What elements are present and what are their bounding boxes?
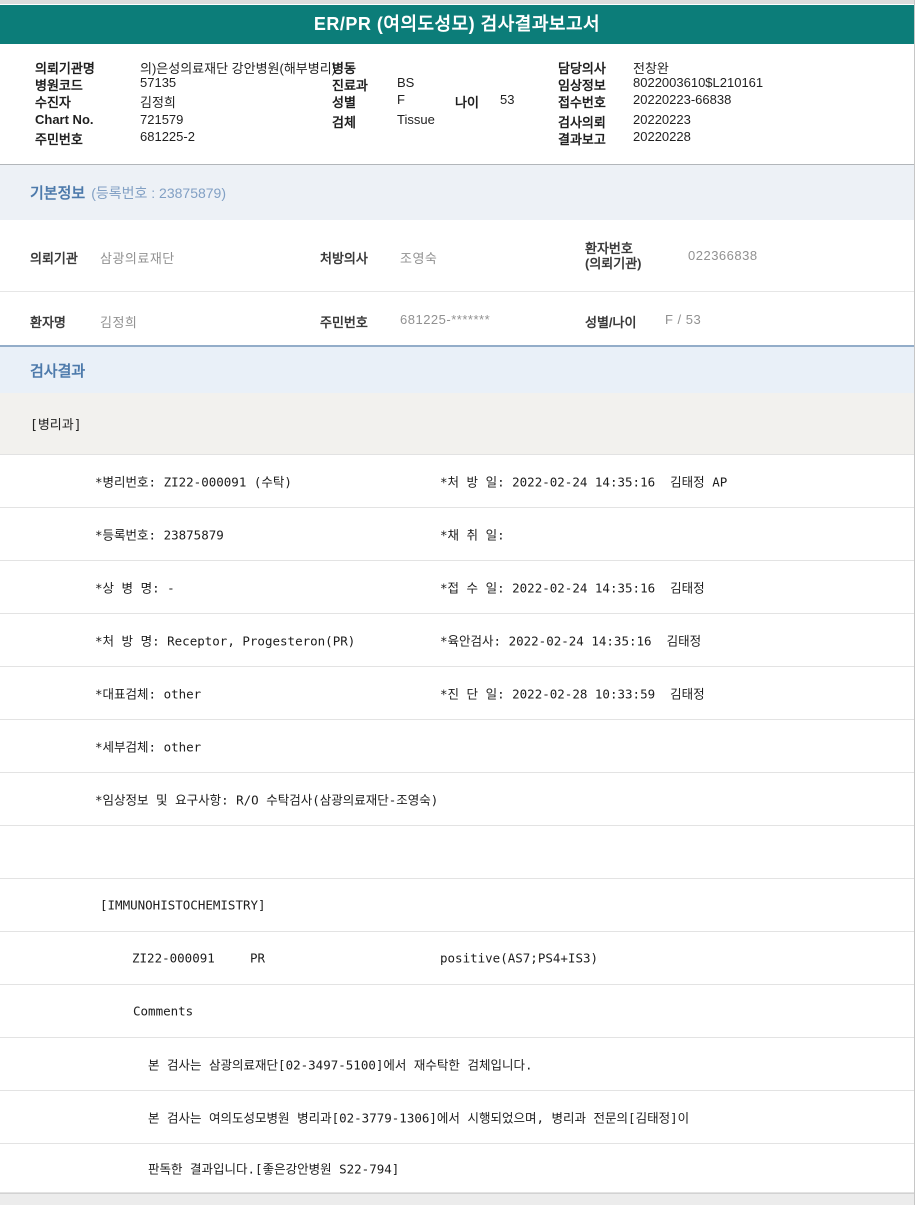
- comment-row-2: 본 검사는 여의도성모병원 병리과[02-3779-1306]에서 시행되었으며…: [0, 1091, 914, 1144]
- label-age: 나이: [455, 95, 479, 110]
- detail-specimen: *세부검체: other: [95, 739, 202, 755]
- value-age: 53: [500, 92, 515, 107]
- top-strip: [0, 0, 914, 4]
- value-sex-age: F / 53: [665, 312, 702, 327]
- comment-line-2: 본 검사는 여의도성모병원 병리과[02-3779-1306]에서 시행되었으며…: [148, 1110, 690, 1126]
- value-request-org: 삼광의료재단: [100, 251, 175, 266]
- representative-specimen: *대표검체: other: [95, 686, 202, 702]
- field-row-registration-no: *등록번호: 23875879 *채 취 일:: [0, 508, 914, 561]
- label-patient-no-line2: (의뢰기관): [585, 256, 642, 271]
- basic-info-row-1: 의뢰기관 삼광의료재단 처방의사 조영숙 환자번호 (의뢰기관) 0223668…: [0, 220, 914, 292]
- basic-info-title: 기본정보: [30, 185, 86, 202]
- ihc-marker: PR: [250, 950, 266, 966]
- ihc-result-value: positive(AS7;PS4+IS3): [440, 950, 599, 966]
- report-title: ER/PR (여의도성모) 검사결과보고서: [313, 14, 601, 34]
- basic-info-registration-no: (등록번호 : 23875879): [91, 184, 227, 201]
- basic-info-section-header: 기본정보 (등록번호 : 23875879): [0, 164, 914, 220]
- value-department: BS: [397, 75, 415, 90]
- label-prescribing-doctor: 처방의사: [320, 251, 368, 266]
- label-patient-name: 환자명: [30, 315, 66, 330]
- field-row-empty: [0, 826, 914, 879]
- header-info: 의뢰기관명 의)은성의료재단 강안병원(해부병리) 병원코드 57135 수진자…: [0, 44, 914, 164]
- results-title: 검사결과: [30, 362, 86, 380]
- registration-no: *등록번호: 23875879: [95, 527, 224, 543]
- label-receipt-no: 접수번호: [558, 95, 606, 110]
- pathology-dept-row: [병리과]: [0, 393, 914, 455]
- field-row-prescription-name: *처 방 명: Receptor, Progesteron(PR) *육안검사:…: [0, 614, 914, 667]
- comment-row-3: 판독한 결과입니다.[좋은강안병원 S22-794]: [0, 1144, 914, 1193]
- value-patient-name: 김정희: [100, 315, 138, 330]
- disease-name: *상 병 명: -: [95, 580, 175, 596]
- comment-line-3: 판독한 결과입니다.[좋은강안병원 S22-794]: [148, 1161, 400, 1177]
- value-result-report-date: 20220228: [633, 129, 691, 144]
- results-section-header: 검사결과: [0, 345, 914, 393]
- ihc-header: [IMMUNOHISTOCHEMISTRY]: [100, 897, 266, 913]
- collection-date: *채 취 일:: [440, 527, 505, 543]
- ihc-header-row: [IMMUNOHISTOCHEMISTRY]: [0, 879, 914, 932]
- ihc-specimen-no: ZI22-000091: [132, 950, 215, 966]
- pathology-no: *병리번호: ZI22-000091 (수탁): [95, 474, 292, 490]
- comments-label: Comments: [133, 1003, 194, 1019]
- value-resident-no-masked: 681225-*******: [400, 312, 491, 327]
- value-chart-no: 721579: [140, 112, 184, 127]
- value-patient-no: 022366838: [688, 248, 758, 263]
- value-resident-no: 681225-2: [140, 129, 195, 144]
- diagnosis-date: *진 단 일: 2022-02-28 10:33:59 김태정: [440, 686, 705, 702]
- prescription-date: *처 방 일: 2022-02-24 14:35:16 김태정 AP: [440, 474, 728, 490]
- prescription-name: *처 방 명: Receptor, Progesteron(PR): [95, 633, 356, 649]
- gross-exam-date: *육안검사: 2022-02-24 14:35:16 김태정: [440, 633, 702, 649]
- comments-header-row: Comments: [0, 985, 914, 1038]
- label-resident-no: 주민번호: [35, 132, 83, 147]
- label-sex: 성별: [332, 95, 356, 110]
- label-sex-age: 성별/나이: [585, 315, 637, 330]
- ihc-result-row: ZI22-000091 PR positive(AS7;PS4+IS3): [0, 932, 914, 985]
- label-patient-no-line1: 환자번호: [585, 241, 633, 256]
- value-specimen: Tissue: [397, 112, 435, 127]
- label-request-org: 의뢰기관: [30, 251, 78, 266]
- label-chart-no: Chart No.: [35, 112, 94, 127]
- field-row-detail-specimen: *세부검체: other: [0, 720, 914, 773]
- field-row-pathology-no: *병리번호: ZI22-000091 (수탁) *처 방 일: 2022-02-…: [0, 455, 914, 508]
- comment-line-1: 본 검사는 삼광의료재단[02-3497-5100]에서 재수탁한 검체입니다.: [148, 1057, 533, 1073]
- pathology-dept-label: [병리과]: [30, 418, 82, 433]
- value-receipt-no: 20220223-66838: [633, 92, 732, 107]
- label-specimen: 검체: [332, 115, 356, 130]
- field-row-clinical-info-request: *임상정보 및 요구사항: R/O 수탁검사(삼광의료재단-조영숙): [0, 773, 914, 826]
- value-sex: F: [397, 92, 405, 107]
- report-title-bar: ER/PR (여의도성모) 검사결과보고서: [0, 5, 914, 44]
- basic-info-row-2: 환자명 김정희 주민번호 681225-******* 성별/나이 F / 53: [0, 292, 914, 345]
- clinical-info-request: *임상정보 및 요구사항: R/O 수탁검사(삼광의료재단-조영숙): [95, 792, 439, 808]
- report-page: ER/PR (여의도성모) 검사결과보고서 의뢰기관명 의)은성의료재단 강안병…: [0, 0, 915, 1205]
- receipt-date: *접 수 일: 2022-02-24 14:35:16 김태정: [440, 580, 705, 596]
- value-prescribing-doctor: 조영숙: [400, 251, 438, 266]
- label-result-report-date: 결과보고: [558, 132, 606, 147]
- label-resident-no-masked: 주민번호: [320, 315, 368, 330]
- label-examinee: 수진자: [35, 95, 71, 110]
- value-test-request-date: 20220223: [633, 112, 691, 127]
- value-examinee: 김정희: [140, 95, 176, 110]
- value-clinical-info: 8022003610$L210161: [633, 75, 764, 90]
- field-row-disease-name: *상 병 명: - *접 수 일: 2022-02-24 14:35:16 김태…: [0, 561, 914, 614]
- comment-row-1: 본 검사는 삼광의료재단[02-3497-5100]에서 재수탁한 검체입니다.: [0, 1038, 914, 1091]
- field-row-representative-specimen: *대표검체: other *진 단 일: 2022-02-28 10:33:59…: [0, 667, 914, 720]
- footer-bar: [0, 1193, 914, 1205]
- value-hospital-code: 57135: [140, 75, 177, 90]
